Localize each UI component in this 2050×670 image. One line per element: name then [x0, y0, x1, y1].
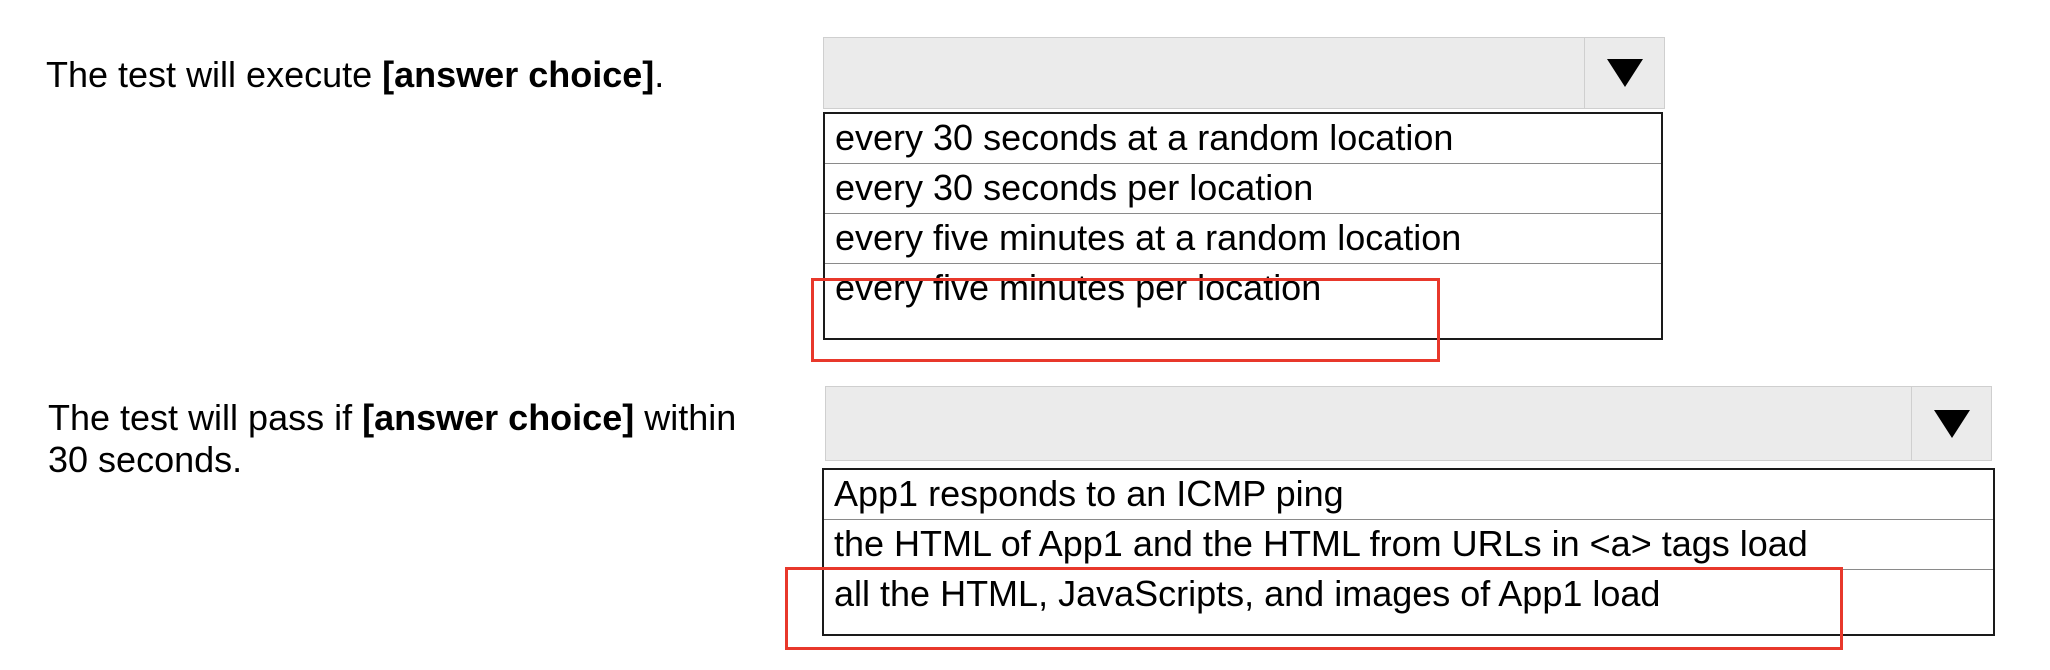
question-1-text: The test will execute [answer choice].: [46, 54, 664, 96]
question-1-option-3[interactable]: every five minutes at a random location: [825, 214, 1661, 264]
question-2-options-list: App1 responds to an ICMP ping the HTML o…: [822, 468, 1995, 636]
question-1-option-2[interactable]: every 30 seconds per location: [825, 164, 1661, 214]
question-2-option-2[interactable]: the HTML of App1 and the HTML from URLs …: [824, 520, 1993, 570]
question-2-dropdown[interactable]: [825, 386, 1992, 461]
question-1-option-1[interactable]: every 30 seconds at a random location: [825, 114, 1661, 164]
triangle-down-icon: [1933, 409, 1970, 438]
question-1-option-4[interactable]: every five minutes per location: [825, 264, 1661, 314]
question-1-dropdown[interactable]: [823, 37, 1665, 109]
question-2-answer-placeholder: [answer choice]: [362, 397, 635, 438]
question-2-text: The test will pass if [answer choice] wi…: [48, 397, 778, 481]
question-2-option-1[interactable]: App1 responds to an ICMP ping: [824, 470, 1993, 520]
question-1-dropdown-toggle[interactable]: [1584, 38, 1664, 108]
question-2-dropdown-toggle[interactable]: [1911, 387, 1991, 460]
question-2-option-3[interactable]: all the HTML, JavaScripts, and images of…: [824, 570, 1993, 620]
triangle-down-icon: [1606, 59, 1643, 87]
question-2-prefix: The test will pass if: [48, 397, 363, 438]
question-1-options-list: every 30 seconds at a random location ev…: [823, 112, 1663, 340]
question-1-suffix: .: [654, 54, 665, 95]
question-1-answer-placeholder: [answer choice]: [382, 54, 655, 95]
question-1-prefix: The test will execute: [46, 54, 383, 95]
